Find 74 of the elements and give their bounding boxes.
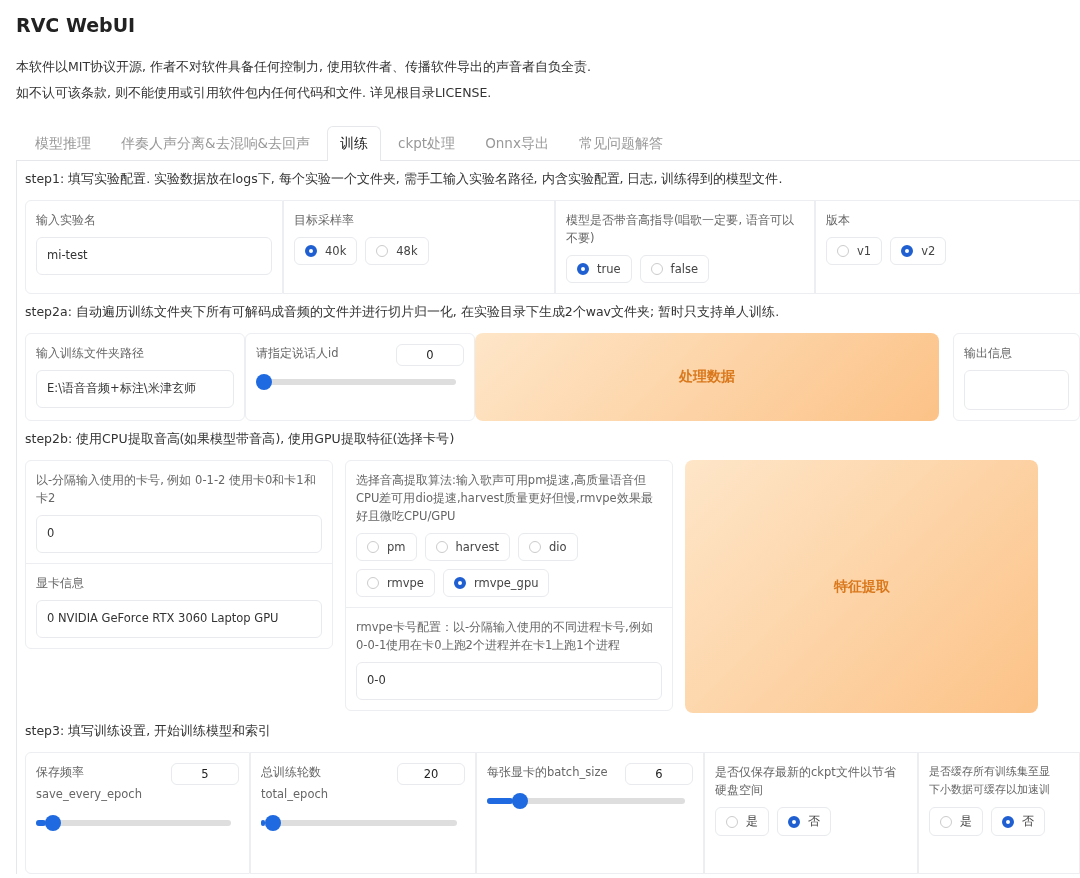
field-label: 下小数据可缓存以加速训 <box>929 782 1051 798</box>
text-field[interactable]: 0 <box>36 515 322 553</box>
option-label: 48k <box>396 244 418 258</box>
step-heading: step1: 填写实验配置. 实验数据放在logs下, 每个实验一个文件夹, 需手工输入实验名路径, 内含实验配置, 日志, 训练得到的模型文件. <box>25 171 784 188</box>
option-label: 40k <box>325 244 347 258</box>
app-title: RVC WebUI <box>16 14 137 36</box>
option-label: 否 <box>1022 814 1034 829</box>
option-label: rmvpe_gpu <box>473 576 539 590</box>
field-label: 输出信息 <box>964 345 1013 362</box>
option-label: false <box>670 262 698 276</box>
number-field[interactable]: 0 <box>396 344 464 366</box>
field-label: 显卡信息 <box>36 575 85 592</box>
slider[interactable] <box>256 374 456 390</box>
field-label: 输入训练文件夹路径 <box>36 345 145 362</box>
radio-option[interactable]: 是 <box>715 807 769 836</box>
field-label: 每张显卡的batch_size <box>487 764 608 781</box>
option-label: 是 <box>960 814 972 829</box>
slider-thumb[interactable] <box>256 374 272 390</box>
field-label: 是否仅保存最新的ckpt文件以节省硬盘空间 <box>715 764 897 799</box>
radio-option[interactable]: true <box>566 255 632 283</box>
slider-thumb[interactable] <box>511 793 528 809</box>
field-label: 版本 <box>826 212 851 229</box>
license-notice: 如不认可该条款, 则不能使用或引用软件包内任何代码和文件. 详见根目录LICENSE. <box>16 84 493 102</box>
field-sublabel: total_epoch <box>261 786 329 803</box>
text-field[interactable]: 0 NVIDIA GeForce RTX 3060 Laptop GPU <box>36 600 322 638</box>
option-label: 否 <box>808 814 820 829</box>
tab[interactable]: 训练 <box>327 126 382 161</box>
number-field[interactable]: 5 <box>171 763 239 785</box>
option-label: v1 <box>857 244 872 258</box>
field-label: 是否缓存所有训练集至显 <box>929 764 1051 780</box>
field-label: rmvpe卡号配置：以-分隔输入使用的不同进程卡号,例如0-0-1使用在卡0上跑2个进程并在卡1上跑1个进程 <box>356 619 654 654</box>
radio-option[interactable]: dio <box>517 533 578 561</box>
radio-option[interactable]: rmvpe_gpu <box>442 569 550 597</box>
field-label: 模型是否带音高指导(唱歌一定要, 语音可以不要) <box>566 212 795 247</box>
radio-option[interactable]: v1 <box>826 237 883 265</box>
option-label: v2 <box>921 244 936 258</box>
slider-thumb[interactable] <box>45 815 62 831</box>
step-heading: step2a: 自动遍历训练文件夹下所有可解码成音频的文件并进行切片归一化, 在实验目录下生成2个wav文件夹; 暂时只支持单人训练. <box>25 304 781 321</box>
number-field[interactable]: 6 <box>625 763 693 785</box>
option-label: rmvpe <box>387 576 424 590</box>
radio-option[interactable]: 否 <box>777 807 831 836</box>
radio-option[interactable]: v2 <box>890 237 947 265</box>
text-field[interactable]: 0-0 <box>356 662 662 700</box>
number-field[interactable]: 20 <box>397 763 465 785</box>
option-label: harvest <box>455 540 499 554</box>
radio-option[interactable]: false <box>639 255 709 283</box>
field-label: 总训练轮数 <box>261 764 322 781</box>
radio-option[interactable]: 48k <box>365 237 429 265</box>
text-field[interactable]: E:\语音音频+标注\米津玄师 <box>36 370 234 408</box>
field-sublabel: save_every_epoch <box>36 786 142 803</box>
field-label: 选择音高提取算法:输入歌声可用pm提速,高质量语音但CPU差可用dio提速,harvest质量更好但慢,rmvpe效果最好且微吃CPU/GPU <box>356 472 654 525</box>
slider[interactable] <box>487 793 685 809</box>
step-heading: step2b: 使用CPU提取音高(如果模型带音高), 使用GPU提取特征(选择卡号) <box>25 431 456 448</box>
radio-option[interactable]: 是 <box>929 807 983 836</box>
radio-option[interactable]: 40k <box>294 237 358 265</box>
radio-option[interactable]: harvest <box>424 533 510 561</box>
step-heading: step3: 填写训练设置, 开始训练模型和索引 <box>25 723 273 740</box>
radio-option[interactable]: rmvpe <box>356 569 435 597</box>
option-label: true <box>597 262 621 276</box>
license-notice: 本软件以MIT协议开源, 作者不对软件具备任何控制力, 使用软件者、传播软件导出的声音者自负全责. <box>16 58 592 76</box>
field-label: 请指定说话人id <box>256 345 339 362</box>
option-label: 是 <box>746 814 758 829</box>
option-label: pm <box>387 540 406 554</box>
radio-option[interactable]: pm <box>356 533 417 561</box>
option-label: dio <box>548 540 567 554</box>
field-label: 目标采样率 <box>294 212 355 229</box>
radio-option[interactable]: 否 <box>991 807 1045 836</box>
field-label: 以-分隔输入使用的卡号, 例如 0-1-2 使用卡0和卡1和卡2 <box>36 472 317 507</box>
field-label: 保存频率 <box>36 764 85 781</box>
text-field[interactable]: mi-test <box>36 237 272 275</box>
field-label: 输入实验名 <box>36 212 97 229</box>
slider[interactable] <box>261 815 457 831</box>
slider-thumb[interactable] <box>264 815 281 831</box>
slider[interactable] <box>36 815 231 831</box>
